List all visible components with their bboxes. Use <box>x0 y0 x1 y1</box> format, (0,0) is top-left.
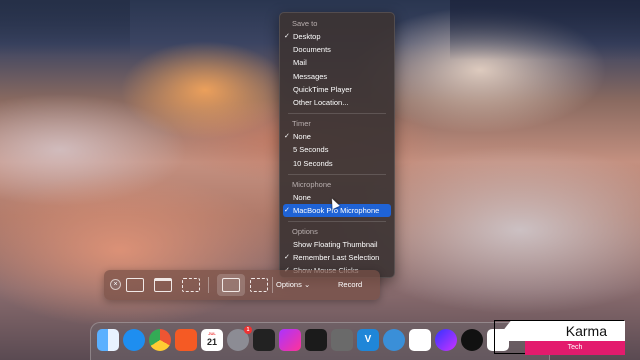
menu-item-label: Show Floating Thumbnail <box>293 240 378 250</box>
menu-item-mail[interactable]: Mail <box>280 56 394 69</box>
menu-separator <box>288 173 386 175</box>
checkmark-icon: ✓ <box>284 206 290 214</box>
menu-item-timer-none[interactable]: ✓ None <box>280 130 394 143</box>
menu-section-timer: Timer <box>292 119 311 129</box>
menu-item-label: None <box>293 132 311 142</box>
alexa-icon[interactable] <box>461 329 483 351</box>
options-button[interactable]: Options ⌄ <box>276 278 310 292</box>
calendar-icon[interactable]: JUL 21 <box>201 329 223 351</box>
checkmark-icon: ✓ <box>284 133 290 141</box>
menu-item-label: Other Location... <box>293 97 349 107</box>
menu-item-other-location[interactable]: Other Location... <box>280 96 394 109</box>
dock: JUL 21 1 V <box>90 322 550 360</box>
record-selected-portion-button[interactable] <box>250 278 268 292</box>
menu-item-remember-last-selection[interactable]: ✓ Remember Last Selection <box>280 251 394 264</box>
activity-monitor-icon[interactable] <box>305 329 327 351</box>
slack-icon[interactable] <box>409 329 431 351</box>
watermark-brand: Karma <box>495 321 625 341</box>
close-icon[interactable]: × <box>110 279 121 290</box>
screenshot-toolbar: × Options ⌄ Record <box>104 270 380 300</box>
calendar-day: 21 <box>206 337 217 347</box>
calculator-icon[interactable] <box>331 329 353 351</box>
toolbar-divider <box>272 277 273 293</box>
menu-item-messages[interactable]: Messages <box>280 70 394 83</box>
terminal-icon[interactable] <box>253 329 275 351</box>
toolbar-divider <box>208 277 209 293</box>
menu-item-label: Documents <box>293 45 331 55</box>
menu-separator <box>288 221 386 223</box>
chevron-down-icon: ⌄ <box>303 280 311 289</box>
safari-icon[interactable] <box>123 329 145 351</box>
menu-item-label: Messages <box>293 71 328 81</box>
capture-selection-button[interactable] <box>182 278 200 292</box>
menu-item-desktop[interactable]: ✓ Desktop <box>280 30 394 43</box>
menu-separator <box>288 113 386 115</box>
wallpaper-sky-left <box>0 0 130 55</box>
menu-item-label: 10 Seconds <box>293 158 333 168</box>
menu-item-label: Remember Last Selection <box>293 253 380 263</box>
checkmark-icon: ✓ <box>284 33 290 40</box>
options-label: Options <box>276 280 302 289</box>
siri-icon[interactable] <box>435 329 457 351</box>
menu-item-label: QuickTime Player <box>293 84 352 94</box>
menu-item-show-floating-thumbnail[interactable]: Show Floating Thumbnail <box>280 238 394 251</box>
menu-section-microphone: Microphone <box>292 179 332 189</box>
menu-item-label: Desktop <box>293 32 321 41</box>
menu-section-options: Options <box>292 227 318 237</box>
finder-icon[interactable] <box>97 329 119 351</box>
final-cut-icon[interactable] <box>279 329 301 351</box>
vscode-label: V <box>364 334 372 345</box>
capture-window-button[interactable] <box>154 278 172 292</box>
menu-item-timer-5-seconds[interactable]: 5 Seconds <box>280 143 394 156</box>
menu-item-label: Mail <box>293 58 307 68</box>
record-button[interactable]: Record <box>338 278 362 292</box>
menu-item-label: None <box>293 192 311 202</box>
menu-item-quicktime-player[interactable]: QuickTime Player <box>280 83 394 96</box>
quicktime-icon[interactable] <box>383 329 405 351</box>
vscode-icon[interactable]: V <box>357 329 379 351</box>
menu-item-label: 5 Seconds <box>293 145 329 155</box>
screenshot-options-menu: Save to ✓ Desktop Documents Mail Message… <box>279 12 395 278</box>
record-entire-screen-button[interactable] <box>222 278 240 292</box>
brave-icon[interactable] <box>175 329 197 351</box>
watermark-logo: Karma Tech <box>494 320 625 355</box>
menu-item-documents[interactable]: Documents <box>280 43 394 56</box>
chrome-icon[interactable] <box>149 329 171 351</box>
menu-section-save-to: Save to <box>292 19 318 28</box>
capture-entire-screen-button[interactable] <box>126 278 144 292</box>
system-settings-icon[interactable]: 1 <box>227 326 252 351</box>
wallpaper-sky-right <box>450 0 640 60</box>
notification-badge: 1 <box>244 326 252 334</box>
watermark-sub: Tech <box>525 341 625 355</box>
menu-item-timer-10-seconds[interactable]: 10 Seconds <box>280 157 394 170</box>
checkmark-icon: ✓ <box>284 254 290 262</box>
